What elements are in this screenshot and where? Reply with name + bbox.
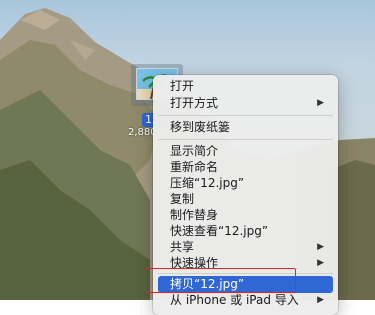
menu-item-quick-look[interactable]: 快速查看“12.jpg” bbox=[158, 223, 333, 240]
menu-item-label: 移到废纸篓 bbox=[170, 120, 231, 134]
menu-item-get-info[interactable]: 显示简介 bbox=[158, 143, 333, 160]
menu-separator bbox=[158, 139, 333, 140]
menu-separator bbox=[158, 115, 333, 116]
menu-item-import-from-iphone[interactable]: 从 iPhone 或 iPad 导入 ▶ bbox=[158, 292, 333, 309]
annotation-highlight-box bbox=[145, 268, 296, 293]
menu-item-label: 打开 bbox=[170, 79, 195, 93]
menu-item-label: 从 iPhone 或 iPad 导入 bbox=[170, 293, 299, 307]
submenu-arrow-icon: ▶ bbox=[317, 98, 324, 108]
submenu-arrow-icon: ▶ bbox=[317, 295, 324, 305]
menu-item-label: 复制 bbox=[170, 192, 195, 206]
menu-item-move-to-trash[interactable]: 移到废纸篓 bbox=[158, 119, 333, 136]
menu-item-compress[interactable]: 压缩“12.jpg” bbox=[158, 175, 333, 192]
menu-item-duplicate[interactable]: 复制 bbox=[158, 191, 333, 208]
menu-item-open[interactable]: 打开 bbox=[158, 78, 333, 95]
menu-item-label: 打开方式 bbox=[170, 96, 219, 110]
menu-item-rename[interactable]: 重新命名 bbox=[158, 159, 333, 176]
menu-item-label: 制作替身 bbox=[170, 208, 219, 222]
menu-item-label: 显示简介 bbox=[170, 144, 219, 158]
menu-item-label: 重新命名 bbox=[170, 160, 219, 174]
menu-item-share[interactable]: 共享 ▶ bbox=[158, 239, 333, 256]
menu-item-open-with[interactable]: 打开方式 ▶ bbox=[158, 95, 333, 112]
submenu-arrow-icon: ▶ bbox=[317, 258, 324, 268]
menu-item-label: 压缩“12.jpg” bbox=[170, 176, 245, 190]
file-size-label: 2,880 bbox=[128, 127, 156, 138]
menu-item-label: 快速查看“12.jpg” bbox=[170, 224, 269, 238]
menu-item-make-alias[interactable]: 制作替身 bbox=[158, 207, 333, 224]
menu-item-label: 共享 bbox=[170, 240, 195, 254]
submenu-arrow-icon: ▶ bbox=[317, 242, 324, 252]
